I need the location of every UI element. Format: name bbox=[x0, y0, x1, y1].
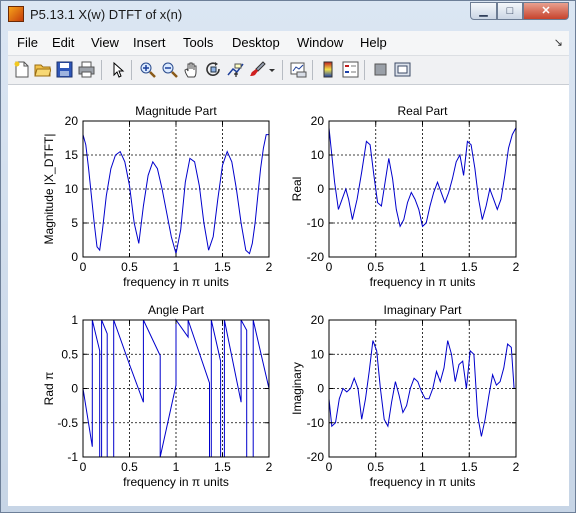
toolbar-separator bbox=[364, 60, 365, 80]
axes-title: Real Part bbox=[397, 104, 448, 118]
colorbar-icon[interactable] bbox=[320, 61, 337, 78]
toolbar-separator bbox=[131, 60, 132, 80]
menu-bar: File Edit View Insert Tools Desktop Wind… bbox=[8, 31, 569, 56]
hide-plot-tools-icon[interactable] bbox=[372, 61, 389, 78]
toolbar-separator bbox=[282, 60, 283, 80]
axes-title: Magnitude Part bbox=[135, 104, 217, 118]
x-tick-label: 2 bbox=[266, 460, 273, 474]
x-tick-label: 1.5 bbox=[214, 460, 231, 474]
x-tick-label: 0 bbox=[326, 260, 333, 274]
menu-file[interactable]: File bbox=[17, 35, 38, 50]
brush-icon[interactable] bbox=[249, 61, 266, 78]
figure-canvas[interactable]: 0 0.5 1 1.5 2 0 5 10 15 20 Magnitude Part frequency… bbox=[8, 85, 569, 506]
y-tick-label: -1 bbox=[67, 450, 78, 464]
axes-2: 0 0.5 1 1.5 2 -20 -10 0 10 20 Real Part frequency i… bbox=[290, 104, 520, 289]
y-tick-label: -0.5 bbox=[57, 416, 78, 430]
y-tick-label: 0 bbox=[71, 382, 78, 396]
rotate-3d-icon[interactable] bbox=[205, 61, 222, 78]
x-tick-label: 0 bbox=[326, 460, 333, 474]
x-tick-label: 2 bbox=[266, 260, 273, 274]
close-button[interactable]: ✕ bbox=[523, 2, 569, 20]
axes-3: 0 0.5 1 1.5 2 -1 -0.5 0 0.5 1 Angle Part frequency … bbox=[42, 303, 273, 489]
y-axis-label: Rad π bbox=[42, 372, 56, 406]
menu-tools[interactable]: Tools bbox=[183, 35, 213, 50]
x-tick-label: 0.5 bbox=[121, 460, 138, 474]
window-title: P5.13.1 X(w) DTFT of x(n) bbox=[30, 7, 183, 22]
axes-title: Imaginary Part bbox=[383, 303, 462, 317]
y-tick-label: -20 bbox=[307, 250, 325, 264]
y-tick-label: 0.5 bbox=[61, 347, 78, 361]
y-tick-label: 20 bbox=[311, 313, 325, 327]
open-folder-icon[interactable] bbox=[34, 61, 51, 78]
x-tick-label: 0 bbox=[80, 260, 87, 274]
y-tick-label: 0 bbox=[317, 382, 324, 396]
x-tick-label: 1 bbox=[173, 260, 180, 274]
plots-svg: 0 0.5 1 1.5 205101520Magnitude Partfrequency… bbox=[42, 104, 520, 489]
y-tick-label: 5 bbox=[71, 216, 78, 230]
brush-dropdown-icon[interactable] bbox=[268, 61, 277, 78]
menu-view[interactable]: View bbox=[91, 35, 119, 50]
maximize-button[interactable]: □ bbox=[497, 2, 523, 20]
minimize-button[interactable]: ▁ bbox=[470, 2, 497, 20]
zoom-out-icon[interactable] bbox=[161, 61, 178, 78]
x-tick-label: 1 bbox=[173, 460, 180, 474]
x-tick-label: 0.5 bbox=[367, 260, 384, 274]
x-tick-label: 2 bbox=[513, 260, 520, 274]
y-tick-label: 15 bbox=[65, 148, 79, 162]
x-tick-label: 2 bbox=[513, 460, 520, 474]
toolbar-separator bbox=[101, 60, 102, 80]
toolbar bbox=[8, 56, 569, 85]
menu-insert[interactable]: Insert bbox=[133, 35, 166, 50]
x-axis-label: frequency in π units bbox=[123, 275, 229, 289]
menu-desktop[interactable]: Desktop bbox=[232, 35, 280, 50]
save-icon[interactable] bbox=[56, 61, 73, 78]
x-tick-label: 1 bbox=[419, 460, 426, 474]
pan-hand-icon[interactable] bbox=[183, 61, 200, 78]
legend-icon[interactable] bbox=[342, 61, 359, 78]
axes-1: 0 0.5 1 1.5 205101520Magnitude Partfrequency… bbox=[42, 104, 273, 289]
y-tick-label: -20 bbox=[307, 450, 325, 464]
axes-title: Angle Part bbox=[148, 303, 205, 317]
x-tick-label: 0.5 bbox=[121, 260, 138, 274]
menu-edit[interactable]: Edit bbox=[52, 35, 74, 50]
figure-window: P5.13.1 X(w) DTFT of x(n) ▁ □ ✕ File Edi… bbox=[0, 0, 576, 513]
title-bar[interactable]: P5.13.1 X(w) DTFT of x(n) ▁ □ ✕ bbox=[1, 1, 575, 28]
y-tick-label: -10 bbox=[307, 216, 325, 230]
y-tick-label: 0 bbox=[317, 182, 324, 196]
matlab-app-icon bbox=[8, 6, 24, 22]
y-axis-label: Imaginary bbox=[290, 362, 304, 415]
x-tick-label: 1.5 bbox=[461, 260, 478, 274]
x-tick-label: 1 bbox=[419, 260, 426, 274]
print-icon[interactable] bbox=[78, 61, 95, 78]
y-tick-label: 10 bbox=[65, 182, 79, 196]
y-tick-label: 20 bbox=[311, 114, 325, 128]
y-tick-label: 10 bbox=[311, 148, 325, 162]
y-tick-label: 1 bbox=[71, 313, 78, 327]
x-axis-label: frequency in π units bbox=[123, 475, 229, 489]
x-tick-label: 1.5 bbox=[214, 260, 231, 274]
menu-help[interactable]: Help bbox=[360, 35, 387, 50]
y-tick-label: 20 bbox=[65, 114, 79, 128]
x-tick-label: 1.5 bbox=[461, 460, 478, 474]
y-tick-label: -10 bbox=[307, 416, 325, 430]
axes-4: 0 0.5 1 1.5 2 -20 -10 0 10 20 Imaginary Part freque… bbox=[290, 303, 520, 489]
show-plot-tools-icon[interactable] bbox=[394, 61, 411, 78]
menu-window[interactable]: Window bbox=[297, 35, 343, 50]
x-tick-label: 0 bbox=[80, 460, 87, 474]
new-file-icon[interactable] bbox=[13, 61, 30, 78]
pointer-arrow-icon[interactable] bbox=[109, 61, 126, 78]
x-axis-label: frequency in π units bbox=[370, 275, 476, 289]
y-tick-label: 10 bbox=[311, 347, 325, 361]
x-axis-label: frequency in π units bbox=[370, 475, 476, 489]
x-tick-label: 0.5 bbox=[367, 460, 384, 474]
y-axis-label: Magnitude |X_DTFT| bbox=[42, 134, 56, 245]
toolbar-separator bbox=[312, 60, 313, 80]
y-axis-label: Real bbox=[290, 177, 304, 202]
y-tick-label: 0 bbox=[71, 250, 78, 264]
data-cursor-icon[interactable] bbox=[227, 61, 244, 78]
dock-arrow-icon[interactable]: ↘ bbox=[554, 36, 563, 49]
link-plot-icon[interactable] bbox=[290, 61, 307, 78]
zoom-in-icon[interactable] bbox=[139, 61, 156, 78]
